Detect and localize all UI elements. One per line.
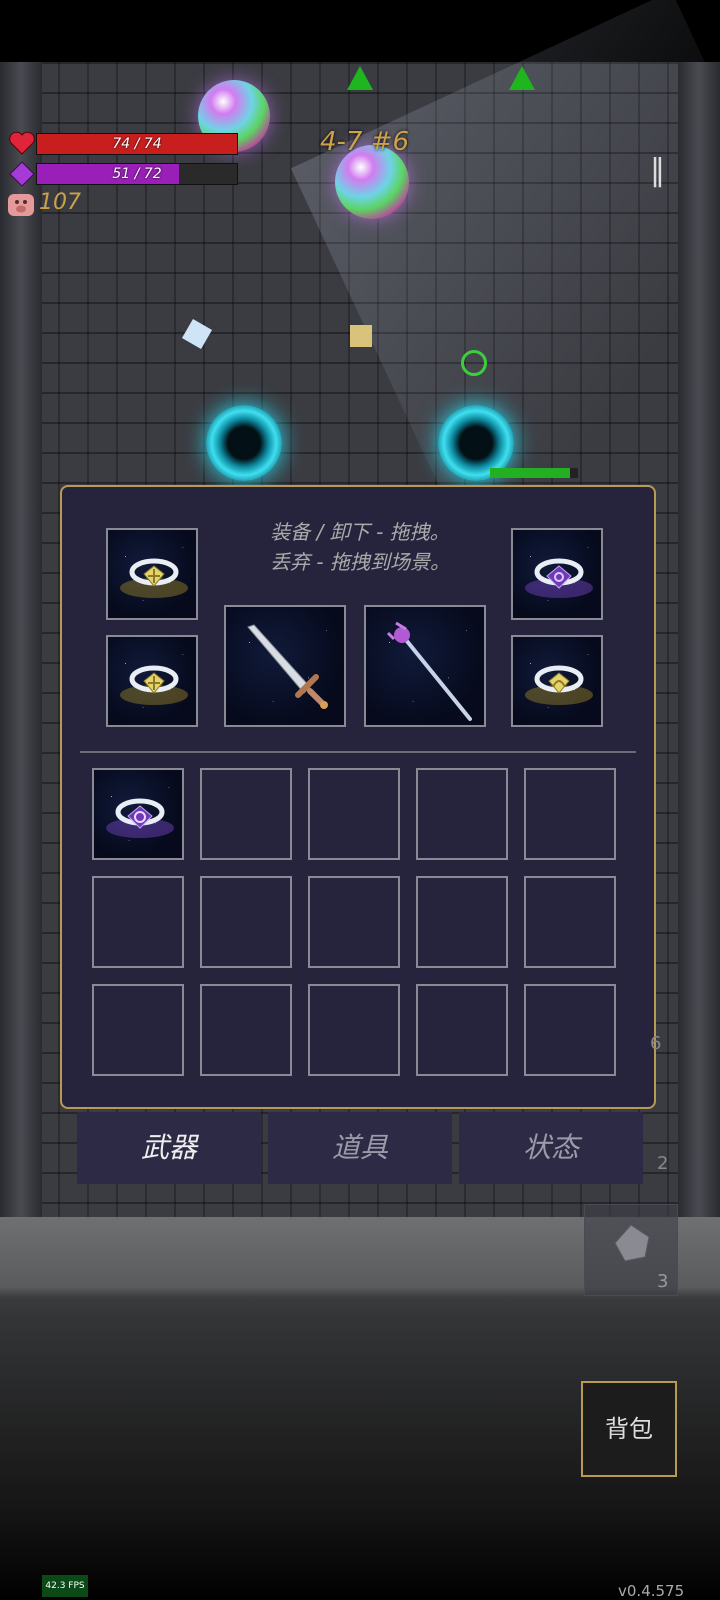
tab-label: 状态	[522, 1131, 579, 1164]
tab-label: 武器	[140, 1131, 197, 1164]
bag-slot[interactable]	[200, 768, 292, 860]
bag-slot[interactable]	[92, 876, 184, 968]
portal[interactable]	[206, 405, 282, 481]
hp-text: 74 / 74	[112, 136, 162, 152]
heart-icon	[9, 131, 35, 155]
equip-slot-ring-bottom-right[interactable]	[511, 635, 603, 727]
fps-counter: 42.3 FPS	[42, 1575, 88, 1597]
tab-items[interactable]: 道具	[268, 1112, 452, 1184]
bag-slot[interactable]	[416, 984, 508, 1076]
bag-slot[interactable]	[308, 984, 400, 1076]
gold-cross-ring-icon	[120, 665, 188, 705]
bag-slot[interactable]	[524, 876, 616, 968]
bag-slot[interactable]	[524, 984, 616, 1076]
exit-arrow-icon[interactable]	[509, 66, 535, 90]
backpack-button[interactable]: 背包	[581, 1381, 677, 1477]
gold-lotus-ring-icon	[525, 665, 593, 705]
purple-swirl-ring-icon	[525, 558, 593, 598]
bag-slot[interactable]	[92, 768, 184, 860]
equip-slot-weapon-main[interactable]	[224, 605, 346, 727]
panel-divider	[80, 751, 636, 753]
purple-flower-ring-icon	[106, 798, 174, 838]
bag-slot[interactable]	[200, 984, 292, 1076]
equip-slot-ring-top-right[interactable]	[511, 528, 603, 620]
inventory-panel: 装备 / 卸下 - 拖拽。 丢弃 - 拖拽到场景。	[60, 485, 656, 1109]
bag-slot[interactable]	[524, 768, 616, 860]
bag-slot[interactable]	[200, 876, 292, 968]
pause-button[interactable]: ‖	[650, 153, 665, 188]
left-rock-wall	[0, 62, 42, 1217]
bag-slot[interactable]	[92, 984, 184, 1076]
mp-text: 51 / 72	[112, 166, 162, 182]
equip-slot-ring-bottom-left[interactable]	[106, 635, 198, 727]
mana-diamond-icon	[9, 161, 35, 187]
mp-bar: 51 / 72	[36, 163, 238, 185]
cycle-icon[interactable]	[461, 350, 487, 376]
skill-count: 6	[650, 1033, 662, 1054]
tab-status[interactable]: 状态	[459, 1112, 643, 1184]
bag-slot[interactable]	[308, 768, 400, 860]
tab-weapons[interactable]: 武器	[77, 1112, 261, 1184]
sword-icon	[247, 624, 328, 709]
exit-arrow-icon[interactable]	[347, 66, 373, 90]
right-rock-wall	[678, 62, 720, 1217]
equip-slot-ring-top-left[interactable]	[106, 528, 198, 620]
tab-label: 道具	[331, 1131, 388, 1164]
skill-count: 2	[657, 1153, 669, 1174]
cube-icon[interactable]	[350, 325, 372, 347]
pause-icon: ‖	[650, 153, 665, 188]
gold-cross-ring-icon	[120, 558, 188, 598]
bag-slot[interactable]	[416, 876, 508, 968]
coin-count: 107	[39, 190, 81, 215]
version-label: v0.4.575	[618, 1582, 685, 1600]
equip-slot-weapon-off[interactable]	[364, 605, 486, 727]
level-indicator: 4-7 #6	[320, 127, 410, 157]
bag-slot[interactable]	[308, 876, 400, 968]
hp-bar: 74 / 74	[36, 133, 238, 155]
enemy-health-bar	[490, 468, 578, 478]
bag-slot[interactable]	[416, 768, 508, 860]
staff-icon	[386, 621, 472, 721]
skill-count: 3	[657, 1271, 669, 1292]
pig-coin-icon	[8, 194, 34, 216]
skill-slot[interactable]: 3	[584, 1204, 678, 1296]
